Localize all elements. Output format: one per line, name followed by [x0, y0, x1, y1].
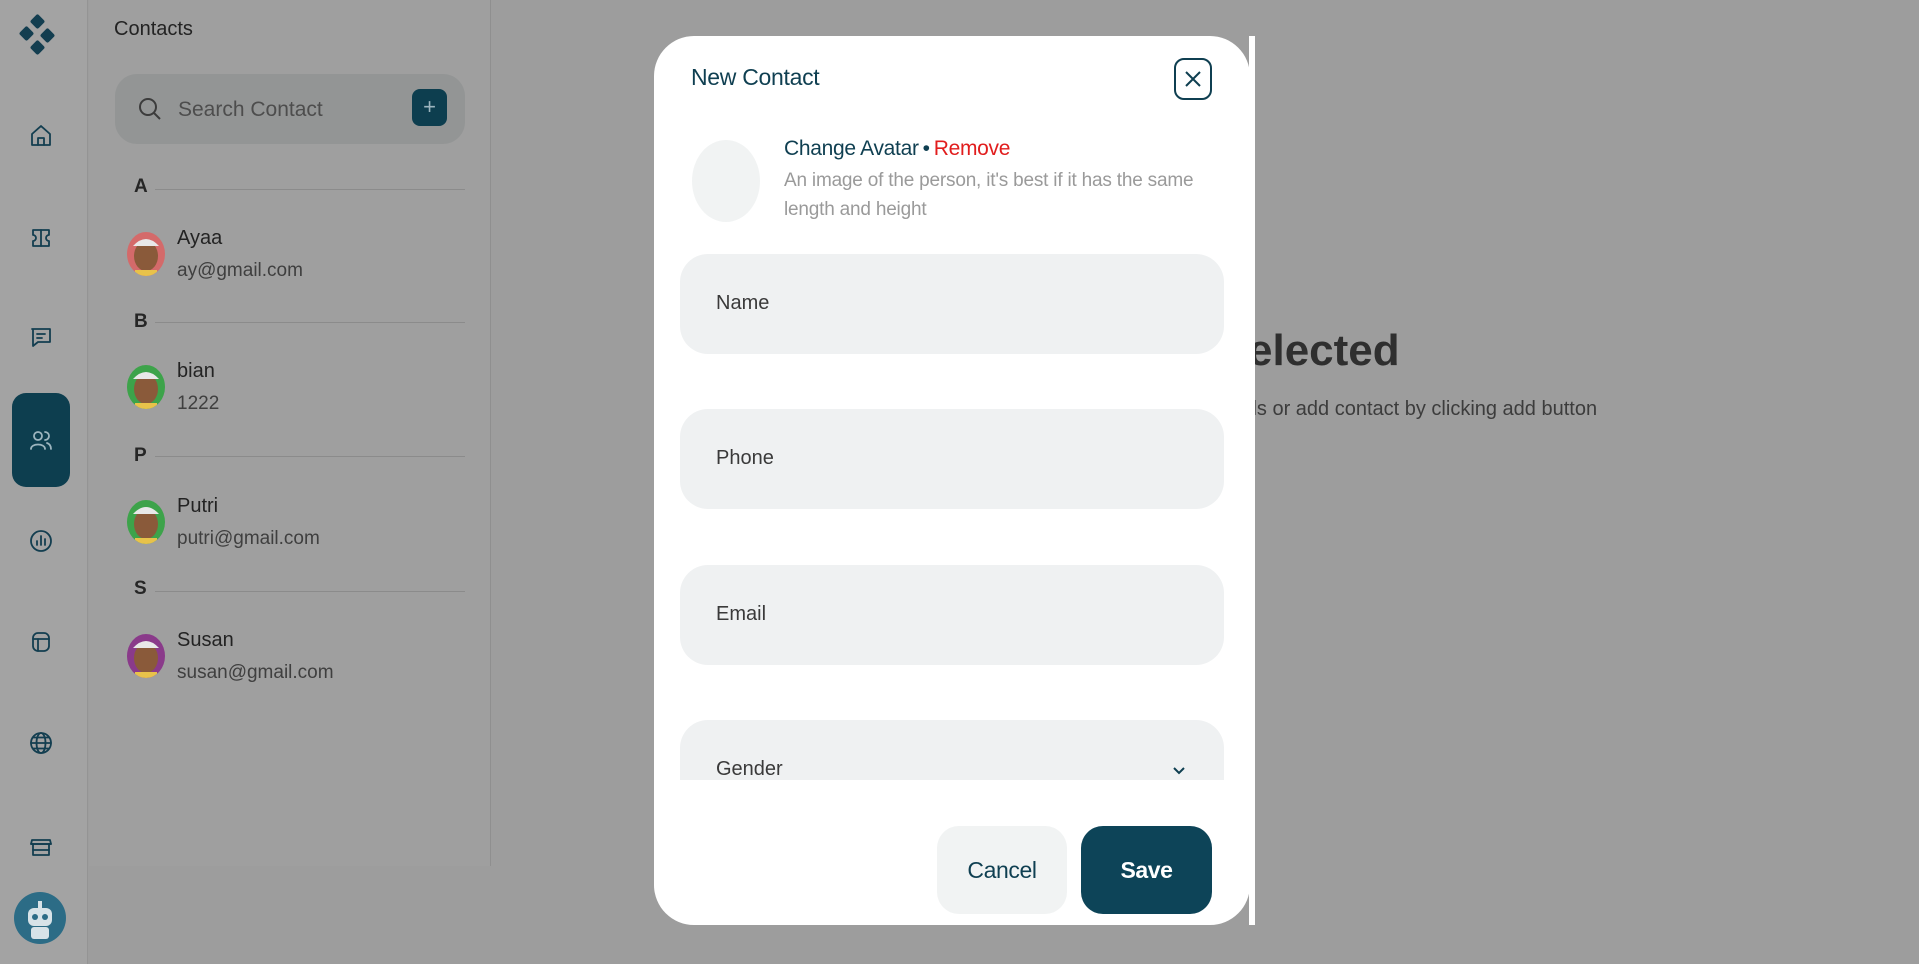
contacts-icon: [30, 431, 52, 450]
group-letter: B: [134, 311, 148, 332]
contact-avatar: [127, 634, 165, 678]
contacts-panel: Contacts Search Contact + A Ayaa ay@gmai…: [89, 0, 491, 866]
search-input[interactable]: Search Contact: [178, 98, 323, 122]
rail-analytics[interactable]: [12, 512, 70, 570]
chevron-down-icon: [1170, 764, 1188, 778]
chat-icon: [31, 328, 51, 347]
avatar-placeholder[interactable]: [692, 140, 760, 222]
new-contact-modal: New Contact Change Avatar • Remove An imag…: [654, 36, 1250, 925]
icon-rail: [0, 0, 88, 964]
close-icon: [1185, 71, 1201, 87]
remove-avatar-link[interactable]: Remove: [934, 137, 1011, 160]
layout-icon: [32, 632, 50, 652]
contact-detail: susan@gmail.com: [177, 662, 334, 683]
contacts-title: Contacts: [114, 18, 193, 40]
ticket-icon: [32, 229, 50, 247]
cancel-button[interactable]: Cancel: [937, 826, 1067, 914]
globe-icon: [30, 732, 52, 754]
add-contact-button[interactable]: +: [412, 89, 447, 126]
email-field-label: Email: [716, 603, 767, 625]
home-icon: [31, 125, 51, 146]
empty-state-subtitle: ils or add contact by clicking add butto…: [1248, 398, 1598, 420]
modal-scrollbar[interactable]: [1249, 36, 1255, 925]
group-divider: [155, 591, 465, 592]
name-field[interactable]: Name: [680, 254, 1224, 354]
contact-avatar: [127, 365, 165, 409]
contact-detail: putri@gmail.com: [177, 528, 320, 549]
close-button[interactable]: [1174, 58, 1212, 100]
rail-home[interactable]: [12, 107, 70, 165]
store-icon: [30, 839, 52, 856]
rail-globe[interactable]: [12, 714, 70, 772]
analytics-icon: [30, 530, 52, 552]
save-button[interactable]: Save: [1081, 826, 1212, 914]
contact-detail: 1222: [177, 393, 220, 414]
name-field-label: Name: [716, 292, 770, 314]
contact-name[interactable]: bian: [177, 360, 215, 383]
form-scroll-area: Gender: [654, 720, 1250, 780]
separator: •: [922, 137, 930, 160]
phone-field[interactable]: Phone: [680, 409, 1224, 509]
avatar-actions: Change Avatar • Remove: [784, 137, 1010, 161]
contact-detail: ay@gmail.com: [177, 260, 303, 281]
rail-contacts[interactable]: [12, 393, 70, 487]
rail-chat[interactable]: [12, 308, 70, 366]
group-divider: [155, 189, 465, 190]
group-letter: P: [134, 445, 147, 466]
contact-avatar: [127, 232, 165, 276]
gender-select[interactable]: Gender: [680, 720, 1224, 780]
contact-name[interactable]: Susan: [177, 629, 234, 652]
app-logo-icon[interactable]: [18, 14, 62, 60]
rail-tickets[interactable]: [12, 209, 70, 267]
group-divider: [155, 456, 465, 457]
group-divider: [155, 322, 465, 323]
email-field[interactable]: Email: [680, 565, 1224, 665]
search-box[interactable]: Search Contact +: [115, 74, 465, 144]
bot-avatar-icon[interactable]: [14, 892, 66, 944]
rail-store[interactable]: [12, 817, 70, 875]
change-avatar-link[interactable]: Change Avatar: [784, 137, 919, 160]
contact-name[interactable]: Putri: [177, 495, 218, 518]
search-icon: [137, 96, 163, 122]
group-letter: S: [134, 578, 147, 599]
rail-layout[interactable]: [12, 613, 70, 671]
phone-field-label: Phone: [716, 447, 774, 469]
modal-title: New Contact: [691, 64, 820, 90]
contact-name[interactable]: Ayaa: [177, 227, 222, 250]
avatar-hint: An image of the person, it's best if it …: [784, 170, 1194, 220]
group-letter: A: [134, 176, 148, 197]
empty-state-title: elected: [1248, 326, 1400, 375]
contact-avatar: [127, 500, 165, 544]
gender-select-label: Gender: [716, 758, 783, 780]
